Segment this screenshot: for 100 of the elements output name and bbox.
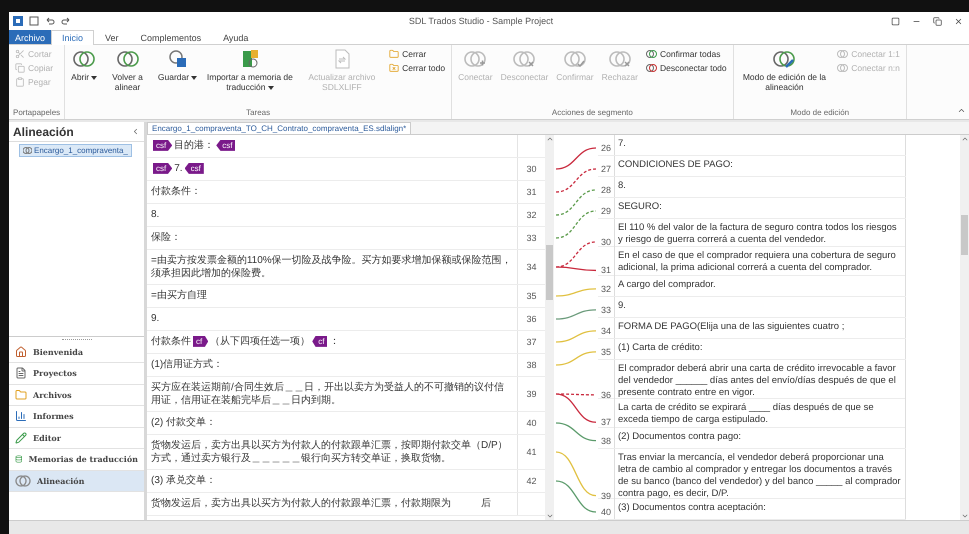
ribbon-button[interactable]: Guardar: [156, 47, 200, 84]
target-segment[interactable]: 8.: [614, 177, 906, 197]
scroll-thumb[interactable]: [546, 245, 553, 300]
pencil-icon: [15, 432, 27, 444]
target-segment[interactable]: SEGURO:: [614, 198, 906, 218]
close-icon[interactable]: [954, 16, 963, 26]
source-segment[interactable]: 保险：: [147, 227, 517, 249]
source-segment[interactable]: 货物发运后，卖方出具以买方为付款人的付款跟单汇票，付款期限为 后: [147, 493, 517, 515]
folder-icon: [15, 388, 27, 401]
group-label: Tareas: [246, 108, 270, 119]
scrollbar[interactable]: [545, 135, 554, 520]
target-segment[interactable]: La carta de crédito se expirará ____ días después de que se exceda tiempo de carga estipulado.: [614, 399, 906, 430]
segment-number: 28: [600, 185, 611, 195]
target-segment[interactable]: En el caso de que el comprador requiera una cobertura de seguro adicional, la prima adicional correrá a cuenta del comprador.: [614, 247, 906, 278]
connector-line[interactable]: [556, 168, 596, 193]
connector-line[interactable]: [556, 210, 596, 239]
source-segment[interactable]: =由买方自理: [147, 285, 517, 307]
menu-tab[interactable]: Ayuda: [212, 30, 260, 44]
ribbon-small-button[interactable]: Confirmar todas: [644, 49, 729, 59]
ribbon-button[interactable]: Modo de edición de la alineación: [738, 47, 832, 94]
menu-tab[interactable]: Inicio: [51, 30, 94, 45]
small-rings-icon: [646, 63, 657, 73]
source-segment[interactable]: 付款条件：: [147, 181, 517, 203]
menu-tab[interactable]: Archivo: [9, 30, 52, 44]
segment-number: 33: [526, 233, 536, 243]
target-segment[interactable]: 7.: [614, 135, 906, 155]
group-label: Acciones de segmento: [552, 108, 633, 119]
target-segment[interactable]: (3) Documentos contra aceptación:: [614, 499, 906, 520]
document-tab[interactable]: Encargo_1_compraventa_TO_CH_Contrato_compraventa_ES.sdlalign*: [147, 122, 412, 134]
window-title: SDL Trados Studio - Sample Project: [408, 16, 554, 26]
redo-icon[interactable]: [61, 16, 71, 26]
connector-line[interactable]: [556, 422, 596, 442]
ribbon-small-button[interactable]: Cerrar todo: [387, 63, 448, 73]
target-segment[interactable]: El 110 % del valor de la factura de seguro contra todos los riesgos y riesgo de guerra correrá a cuenta del vendedor.: [614, 219, 906, 249]
connector-line[interactable]: [556, 241, 596, 268]
source-segment[interactable]: csf 7. csf: [147, 158, 517, 180]
target-segment[interactable]: CONDICIONES DE PAGO:: [614, 156, 906, 176]
scroll-down-icon[interactable]: [960, 512, 968, 520]
ribbon-small-button[interactable]: Cerrar: [387, 49, 448, 59]
segment-number: 31: [526, 187, 536, 197]
scroll-up-icon[interactable]: [546, 135, 554, 143]
target-segment[interactable]: (1) Carta de crédito:: [614, 338, 906, 359]
menu-tab[interactable]: Complementos: [130, 30, 212, 44]
rings-x-icon: [513, 49, 536, 69]
tree-item[interactable]: Encargo_1_compraventa_: [19, 144, 132, 157]
source-segment[interactable]: 9.: [147, 308, 517, 330]
ribbon-button[interactable]: Importar a memoria de traducción: [203, 47, 297, 94]
connector-line[interactable]: [556, 266, 596, 272]
segment-number: 26: [600, 143, 611, 153]
ribbon-options-icon[interactable]: [891, 16, 900, 26]
segment-number: 38: [600, 436, 611, 446]
app-icon[interactable]: [13, 16, 23, 26]
connector-line[interactable]: [556, 309, 596, 320]
collapse-ribbon-icon[interactable]: [957, 106, 966, 115]
copy-icon: [15, 63, 25, 73]
source-segment[interactable]: 货物发运后，卖方出具以买方为付款人的付款跟单汇票，按即期付款交单（D/P）方式，通过卖方银行及＿＿＿＿＿银行向买方转交单证，换取货物。: [147, 435, 517, 469]
rings-x-icon: [608, 49, 631, 69]
connector-line[interactable]: [556, 393, 596, 423]
collapse-panel-icon[interactable]: [131, 127, 140, 136]
scroll-down-icon[interactable]: [546, 512, 554, 520]
target-segment[interactable]: (2) Documentos contra pago:: [614, 428, 906, 448]
target-segment[interactable]: El comprador deberá abrir una carta de crédito irrevocable a favor del vendedor ______ días antes del envío/días después de que el presente contrato entre en vigor.: [614, 360, 906, 402]
ribbon-small-button[interactable]: Desconectar todo: [644, 63, 729, 73]
group-label: Modo de edición: [790, 108, 850, 119]
segment-number: 35: [600, 346, 611, 357]
source-segment[interactable]: =由卖方按发票金额的110%保一切险及战争险。买方如要求增加保额或保险范围，须承担因此增加的保险费。: [147, 250, 517, 284]
source-segment[interactable]: 买方应在装运期前/合同生效后＿＿日，开出以卖方为受益人的不可撤销的议付信用证，信用证在装船完毕后＿＿日内到期。: [147, 377, 517, 411]
source-segment[interactable]: (1)信用证方式：: [147, 354, 517, 376]
scroll-up-icon[interactable]: [960, 135, 968, 143]
ribbon-button[interactable]: Abrir: [69, 47, 100, 84]
nav-item[interactable]: Alineación: [9, 470, 144, 492]
scrollbar[interactable]: [960, 135, 969, 520]
tag-marker: cf: [312, 336, 328, 347]
source-segment[interactable]: 付款条件 cf （从下四项任选一项） cf ：: [147, 331, 517, 353]
segment-number: 39: [526, 389, 536, 399]
target-segment[interactable]: 9.: [614, 296, 906, 317]
source-segment[interactable]: (2) 付款交单：: [147, 412, 517, 434]
tag-marker: csf: [216, 140, 236, 151]
target-segment[interactable]: Tras enviar la mercancía, el vendedor deberá proporcionar una letra de cambio al comprador y entregar los documentos a través de su banco (banco del vendedor) y del banco _____ al comprador contra pago, es decir, D/P.: [614, 448, 906, 503]
small-rings-icon: [646, 49, 657, 59]
source-segment[interactable]: csf 目的港： csf: [147, 135, 517, 157]
restore-icon[interactable]: [933, 16, 942, 26]
rings-plus-icon: [464, 49, 486, 69]
menu-tab[interactable]: Ver: [94, 30, 130, 44]
undo-icon[interactable]: [45, 16, 55, 26]
segment-number: 34: [526, 262, 536, 272]
connector-line[interactable]: [556, 147, 596, 170]
target-segment[interactable]: A cargo del comprador.: [614, 276, 906, 296]
scroll-thumb[interactable]: [961, 215, 968, 255]
ribbon-button[interactable]: Volver a alinear: [103, 47, 152, 94]
source-segment[interactable]: 8.: [147, 204, 517, 226]
tag-marker: csf: [184, 162, 204, 174]
source-segment[interactable]: (3) 承兑交单：: [147, 470, 517, 492]
segment-number: 41: [526, 447, 536, 457]
segment-number: 36: [526, 314, 536, 324]
caret-icon: [191, 76, 198, 80]
panel-title: Alineación: [13, 124, 74, 138]
target-segment[interactable]: FORMA DE PAGO(Elija una de las siguientes cuatro ;: [614, 318, 906, 338]
connector-line[interactable]: [556, 189, 596, 216]
connector-line[interactable]: [556, 480, 596, 513]
